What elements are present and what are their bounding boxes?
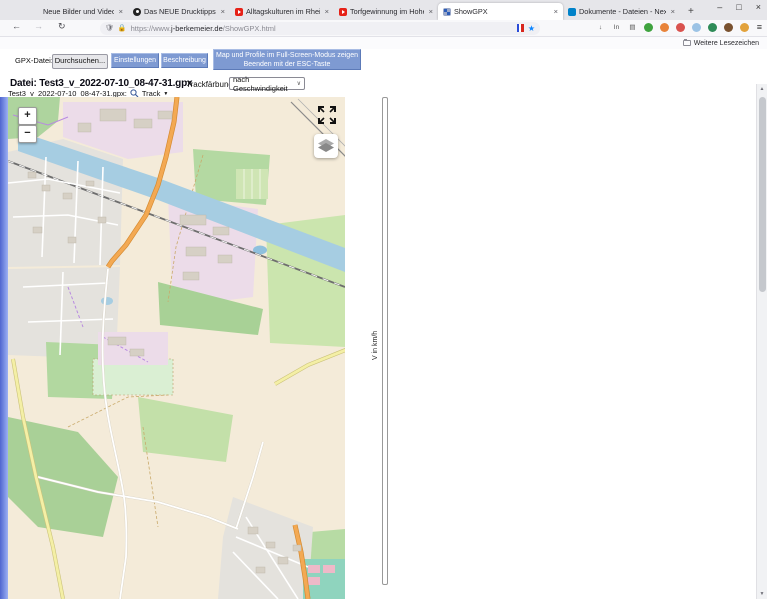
- chevron-down-icon: ∨: [297, 80, 301, 87]
- reload-button[interactable]: ↻: [58, 21, 66, 32]
- tab-neue-bilder-und-videos-dasqu[interactable]: Neue Bilder und Videos - dasqu ×: [38, 3, 128, 20]
- description-button[interactable]: Beschreibung: [161, 53, 208, 68]
- zoom-out-button[interactable]: −: [18, 125, 37, 143]
- shield-icon[interactable]: 🛡: [105, 24, 114, 32]
- tab-title: Das NEUE Drucktipps3D Forum: [144, 7, 216, 16]
- layers-button[interactable]: [314, 134, 338, 158]
- tab-close-icon[interactable]: ×: [671, 7, 675, 16]
- scroll-up-icon[interactable]: ▲: [757, 86, 767, 92]
- file-heading: Datei: Test3_v_2022-07-10_08-47-31.gpx: [10, 78, 192, 89]
- maximize-button[interactable]: □: [736, 2, 741, 12]
- slope-chart: [380, 270, 767, 440]
- bookmarks-bar: Weitere Lesezeichen: [0, 37, 767, 49]
- track-color-select[interactable]: nach Geschwindigkeit ∨: [229, 77, 305, 90]
- elevation-chart: [380, 97, 767, 270]
- tab-close-icon[interactable]: ×: [119, 7, 123, 16]
- downloads-icon[interactable]: ↓: [596, 23, 605, 32]
- showgpx-icon: [443, 8, 451, 16]
- window-controls: – □ ×: [717, 2, 761, 12]
- speed-chart: [380, 440, 767, 599]
- languagetool-icon[interactable]: In: [612, 23, 621, 32]
- close-button[interactable]: ×: [756, 2, 761, 12]
- lock-icon[interactable]: 🔒: [118, 24, 127, 32]
- hamburger-menu-icon[interactable]: ≡: [757, 22, 762, 32]
- page-scrollbar[interactable]: ▲ ▼: [756, 84, 767, 599]
- scrollbar-thumb[interactable]: [759, 97, 766, 292]
- url-bar[interactable]: 🛡 🔒 https://www.j-berkemeier.de/ShowGPX.…: [100, 22, 540, 35]
- track-caret-icon[interactable]: ▼: [163, 91, 168, 97]
- extension-icons: ↓ In ▤: [596, 23, 749, 32]
- fullscreen-expand-icon[interactable]: [317, 105, 337, 125]
- tab-torfgewinnung-im-hohen-venn[interactable]: Torfgewinnung im Hohen Venn ×: [334, 3, 438, 20]
- plant-ext-icon[interactable]: [644, 23, 653, 32]
- fullscreen-button-line2: Beenden mit der ESC-Taste: [214, 60, 360, 69]
- url-text: https://www.j-berkemeier.de/ShowGPX.html: [131, 24, 276, 33]
- sidebar-icon[interactable]: ▤: [628, 23, 637, 32]
- tab-title: Torfgewinnung im Hohen Venn: [350, 7, 424, 16]
- green-ext-icon[interactable]: [708, 23, 717, 32]
- folder-icon: [683, 40, 691, 46]
- other-bookmarks[interactable]: Weitere Lesezeichen: [683, 40, 759, 47]
- track-color-label: Trackfärbung:: [186, 80, 235, 89]
- gpx-file-label: GPX-Datei:: [15, 56, 53, 65]
- nextcloud-icon: [568, 8, 576, 16]
- youtube-icon: [235, 8, 243, 16]
- youtube-icon: [339, 8, 347, 16]
- tab-alltagskulturen-im-rheinland[interactable]: Alltagskulturen im Rheinland - ×: [230, 3, 334, 20]
- lightblue-ext-icon[interactable]: [692, 23, 701, 32]
- translate-flag-icon[interactable]: [517, 24, 524, 32]
- map[interactable]: + −: [8, 97, 345, 599]
- brown-ext-icon[interactable]: [724, 23, 733, 32]
- flash-ext-icon[interactable]: [740, 23, 749, 32]
- tab-title: Alltagskulturen im Rheinland -: [246, 7, 320, 16]
- orange-ext-icon[interactable]: [660, 23, 669, 32]
- forum-icon: [133, 8, 141, 16]
- fullscreen-button[interactable]: Map und Profile im Full-Screen-Modus zei…: [213, 49, 361, 70]
- zoom-in-button[interactable]: +: [18, 107, 37, 125]
- tab-title: ShowGPX: [454, 7, 549, 16]
- red-ext-icon[interactable]: [676, 23, 685, 32]
- tab-das-neue-drucktipps3d-forum[interactable]: Das NEUE Drucktipps3D Forum ×: [128, 3, 230, 20]
- tab-showgpx[interactable]: ShowGPX ×: [438, 3, 563, 20]
- file-name: Test3_v_2022-07-10_08-47-31.gpx: [39, 78, 192, 89]
- navigation-toolbar: ← → ↻ 🛡 🔒 https://www.j-berkemeier.de/Sh…: [0, 20, 767, 37]
- bookmark-star-icon[interactable]: ★: [528, 24, 535, 33]
- minimize-button[interactable]: –: [717, 2, 722, 12]
- browse-button[interactable]: Durchsuchen...: [52, 54, 108, 69]
- tab-title: Dokumente - Dateien - Nextclo: [579, 7, 666, 16]
- page-left-border: [0, 97, 8, 599]
- tab-close-icon[interactable]: ×: [429, 7, 433, 16]
- colorbar-axis-label: V in km/h: [372, 331, 379, 360]
- tab-dokumente-dateien-nextclo[interactable]: Dokumente - Dateien - Nextclo ×: [563, 3, 680, 20]
- tab-strip: Neue Bilder und Videos - dasqu×Das NEUE …: [38, 0, 680, 20]
- tab-title: Neue Bilder und Videos - dasqu: [43, 7, 114, 16]
- map-terrain: [8, 97, 345, 599]
- back-button[interactable]: ←: [12, 21, 21, 31]
- new-tab-button[interactable]: +: [688, 6, 694, 17]
- colorbar-ticks: [345, 98, 375, 599]
- scroll-down-icon[interactable]: ▼: [757, 591, 767, 597]
- settings-button[interactable]: Einstellungen: [111, 53, 159, 68]
- tab-bar: Neue Bilder und Videos - dasqu×Das NEUE …: [0, 0, 767, 20]
- tab-close-icon[interactable]: ×: [325, 7, 329, 16]
- forward-button[interactable]: →: [34, 21, 43, 31]
- track-color-value: nach Geschwindigkeit: [233, 75, 297, 93]
- tab-close-icon[interactable]: ×: [221, 7, 225, 16]
- tab-close-icon[interactable]: ×: [554, 7, 558, 16]
- fullscreen-button-line1: Map und Profile im Full-Screen-Modus zei…: [214, 51, 360, 60]
